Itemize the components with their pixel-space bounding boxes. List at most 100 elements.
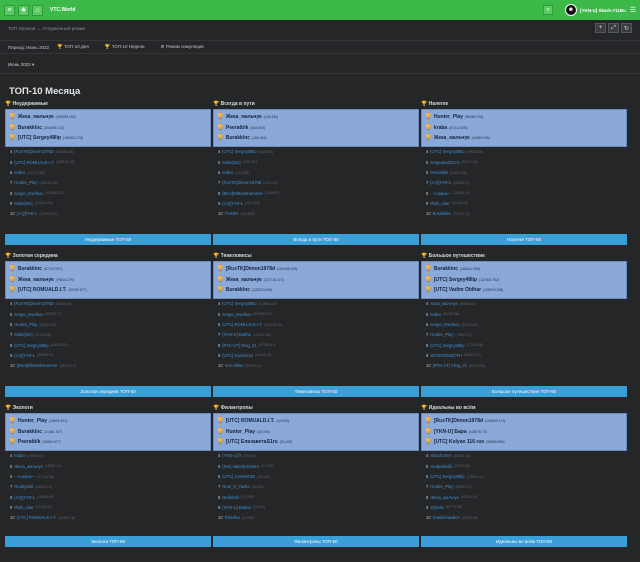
player-name[interactable]: [UTC] CAMARSE [222, 474, 255, 479]
home-icon[interactable]: ⌂ [32, 4, 43, 16]
player-name[interactable]: Maks[SD] [222, 160, 240, 165]
top50-button[interactable]: Филантропы ТОП-50 [213, 536, 419, 547]
player-name[interactable]: Жека_мальчук [18, 114, 54, 120]
sidebar-toggle-icon[interactable]: ≡ [4, 4, 15, 16]
star-icon[interactable]: ★ [18, 4, 29, 16]
player-name[interactable]: [UTC] ЕлизаветаS1ru [226, 439, 278, 445]
player-name[interactable]: [YKN-U] ft [222, 453, 241, 458]
player-name[interactable]: Burakklnc [226, 287, 250, 293]
player-name[interactable]: [J-Q]TAR-L [17, 211, 38, 216]
top50-button[interactable]: Тяжеловесы ТОП-50 [213, 386, 419, 397]
filter-day[interactable]: 🏆 ТОП-10 Дня [57, 44, 97, 50]
top50-button[interactable]: Налегке ТОП-50 [421, 234, 627, 245]
player-name[interactable]: Maks[SD] [14, 201, 32, 206]
player-name[interactable]: [UTC] Sergey48lip [430, 343, 464, 348]
player-name[interactable]: Siritoli Dom [430, 453, 451, 458]
player-name[interactable]: Жека_мальчук [434, 135, 470, 141]
player-name[interactable]: [J-Q]TAR-L [430, 180, 451, 185]
player-name[interactable]: kraba [14, 170, 24, 175]
player-name[interactable]: Жека_мальчук [226, 114, 262, 120]
player-name[interactable]: ---Сашок--- [14, 474, 35, 479]
player-name[interactable]: Hunter_Play [430, 484, 453, 489]
player-name[interactable]: sergei_tsvetkov [430, 322, 459, 327]
player-name[interactable]: Peeratblk [430, 170, 448, 175]
top50-button[interactable]: Золотая середина ТОП-50 [5, 386, 211, 397]
add-icon[interactable]: + [595, 23, 606, 33]
player-name[interactable]: [UTC] Sergey48lip [434, 277, 477, 283]
player-name[interactable]: Burakklnc [434, 266, 458, 272]
top50-button[interactable]: Идеальны во всём ТОП-50 [421, 536, 627, 547]
top50-button[interactable]: Неудержимые ТОП-50 [5, 234, 211, 245]
player-name[interactable]: Path_rider [430, 201, 449, 206]
player-name[interactable]: Hunter_Play [430, 332, 453, 337]
player-name[interactable]: Peeratblk [18, 439, 41, 445]
player-name[interactable]: sergei_tsvetkov [14, 312, 43, 317]
username[interactable]: [YKN-U] Skarb-#11Bu [580, 8, 626, 13]
expand-icon[interactable]: ⤢ [608, 23, 619, 33]
player-name[interactable]: [YKN-U] Бара [434, 429, 467, 435]
player-name[interactable]: [RusTK]Dimon1978d [434, 418, 483, 424]
player-name[interactable]: [BSA]ElMetalHammer [17, 363, 58, 368]
player-name[interactable]: [RusTK]Dimon1978d [14, 149, 53, 154]
player-name[interactable]: Burakklnc [18, 266, 42, 272]
player-name[interactable]: kraba [222, 170, 232, 175]
brand-name[interactable]: VTC.World [50, 7, 75, 13]
player-name[interactable]: Andpokitolli [430, 464, 451, 469]
player-name[interactable]: sergeybad3274 [430, 160, 459, 165]
top50-button[interactable]: Всегда в пути ТОП-50 [213, 234, 419, 245]
filter-week[interactable]: 🏆 ТОП-10 Недели [105, 44, 153, 50]
player-name[interactable]: [YKN-U] Bakha [222, 332, 250, 337]
player-name[interactable]: Hunter_Play [434, 114, 463, 120]
player-name[interactable]: Hunter_Play [14, 322, 37, 327]
filter-sim[interactable]: ⚙ Режим симуляции [161, 44, 212, 50]
player-name[interactable]: Ламбобамбол [433, 515, 460, 520]
player-name[interactable]: [UTC] ROMUALD.I.T. [222, 322, 262, 327]
player-name[interactable]: Хека_мальчук [430, 301, 457, 306]
player-name[interactable]: [RusTK]Dimon1978d [14, 301, 53, 306]
search-icon[interactable]: ⌕ [542, 5, 553, 15]
player-name[interactable]: Burakklnc [433, 211, 451, 216]
month-select[interactable]: Июнь 2022 ▾ [8, 62, 38, 71]
player-name[interactable]: [UTC] Daniel115 [222, 353, 253, 358]
player-name[interactable]: Path_rider [14, 505, 33, 510]
top50-button[interactable]: Экологи ТОП-50 [5, 536, 211, 547]
player-name[interactable]: [BSA]ElMetalHammer [222, 191, 263, 196]
player-name[interactable]: [SW] Valeriiy1928ru [222, 464, 259, 469]
player-name[interactable]: [UTC] ROMUALD.I.T. [18, 287, 67, 293]
player-name[interactable]: Жека_мальчук [14, 464, 42, 469]
player-name[interactable]: [J-Q]TAR-L [222, 201, 243, 206]
player-name[interactable]: Hunter_Play [14, 180, 37, 185]
avatar[interactable]: ☻ [564, 4, 577, 16]
player-name[interactable]: kraba [14, 453, 24, 458]
menu-icon[interactable]: ☰ [630, 6, 636, 14]
player-name[interactable]: Hunter_Play [226, 429, 255, 435]
player-name[interactable]: Peeratblk [226, 125, 249, 131]
player-name[interactable]: Maks[SD] [14, 332, 32, 337]
player-name[interactable]: Iron Hillus [225, 363, 244, 368]
player-name[interactable]: [UTC] Sergey48lip [18, 135, 61, 141]
player-name[interactable]: Rimelka [225, 515, 240, 520]
player-name[interactable]: [RusTK]Dimon1978d [226, 266, 275, 272]
top50-button[interactable]: Большое путешествие ТОП-50 [421, 386, 627, 397]
player-name[interactable]: Жека_мальчук [226, 277, 262, 283]
player-name[interactable]: Redebrik [222, 495, 239, 500]
player-name[interactable]: [J-Q]TAR-L [14, 495, 35, 500]
player-name[interactable]: Realty180 [14, 484, 33, 489]
player-name[interactable]: [RTK-VT] Oleg_21 [433, 363, 467, 368]
refresh-icon[interactable]: ↻ [621, 23, 632, 33]
player-name[interactable]: WONGOMSOFH [430, 353, 462, 358]
player-name[interactable]: [RusTK]Dimon1978d [222, 180, 261, 185]
player-name[interactable]: Burakklnc [18, 125, 42, 131]
player-name[interactable]: Жека_мальчук [18, 277, 54, 283]
player-name[interactable]: Burakklnc [226, 135, 250, 141]
player-name[interactable]: [UTC] ROMUALD.I.T. [14, 160, 54, 165]
player-name[interactable]: [UTC] Vadim Oldhar [434, 287, 481, 293]
player-name[interactable]: sergei_tsvetkov [222, 312, 251, 317]
player-name[interactable]: sergei_tsvetkov [14, 191, 43, 196]
player-name[interactable]: Жека_мальчук [430, 495, 458, 500]
player-name[interactable]: [UTC] Sergey48lip [222, 301, 256, 306]
player-name[interactable]: [UTC] Sergey48lip [14, 343, 48, 348]
player-name[interactable]: [RTK-VT] Oleg_21 [222, 343, 256, 348]
player-name[interactable]: Zyrtelis [430, 505, 444, 510]
player-name[interactable]: [UTC] ROMUALD.I.T. [17, 515, 57, 520]
